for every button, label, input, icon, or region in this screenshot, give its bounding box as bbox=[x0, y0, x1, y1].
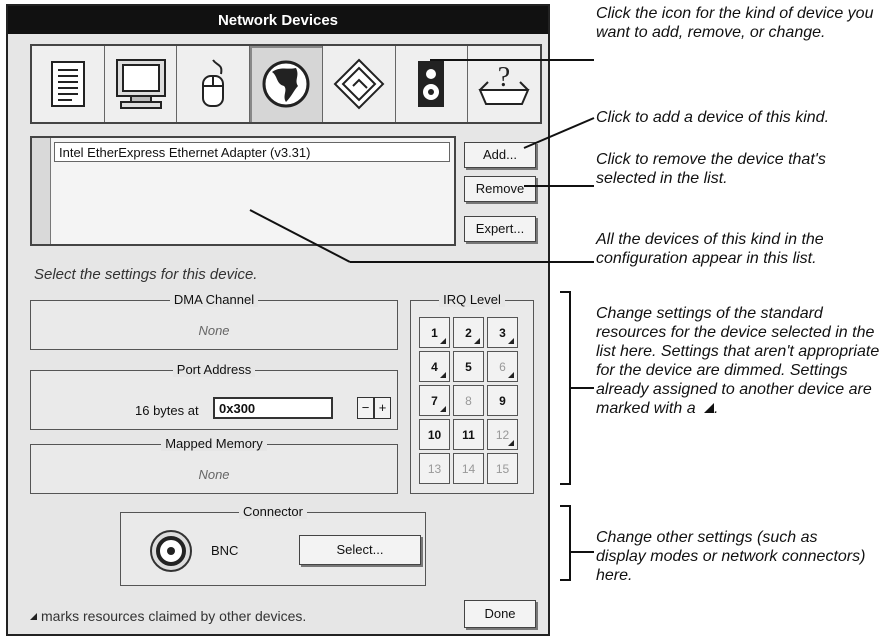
callout-resources: Change settings of the standard resource… bbox=[596, 305, 880, 417]
callout-add: Click to add a device of this kind. bbox=[596, 109, 830, 126]
callout-icon-row: Click the icon for the kind of device yo… bbox=[596, 5, 874, 41]
callout-remove: Click to remove the device that's select… bbox=[596, 151, 826, 187]
callout-connector: Change other settings (such as display m… bbox=[596, 529, 866, 584]
callout-resources-text: Change settings of the standard resource… bbox=[596, 305, 880, 417]
claimed-marker-icon bbox=[704, 403, 715, 413]
callout-list: All the devices of this kind in the conf… bbox=[596, 231, 824, 267]
